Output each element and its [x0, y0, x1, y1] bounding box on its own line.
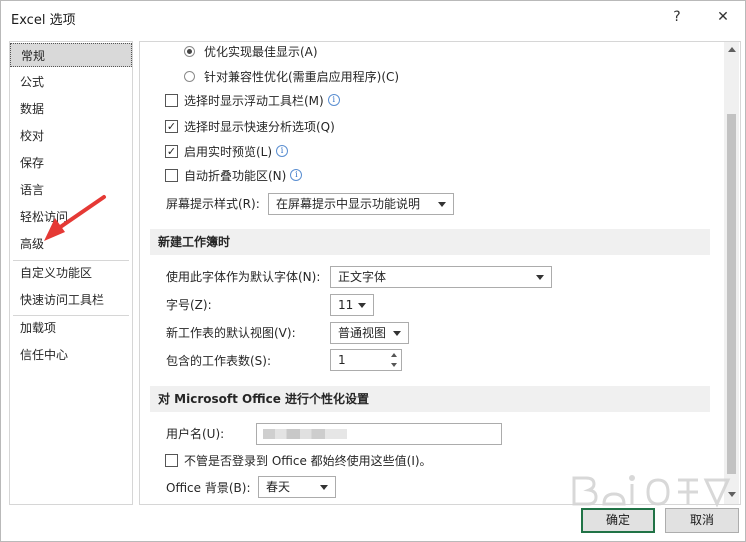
checkbox-mini-toolbar[interactable] [165, 94, 178, 107]
section-header-personalize: 对 Microsoft Office 进行个性化设置 [150, 386, 710, 412]
sidebar-item-add-ins[interactable]: 加载项 [10, 316, 132, 340]
checkbox-quick-analysis[interactable]: ✓ [165, 120, 178, 133]
screentip-style-value: 在屏幕提示中显示功能说明 [276, 197, 421, 211]
sheet-count-value: 1 [338, 353, 346, 367]
checkbox-always-use-label: 不管是否登录到 Office 都始终使用这些值(I)。 [184, 454, 432, 468]
scroll-up-icon[interactable] [728, 47, 736, 52]
sidebar-item-quick-access-toolbar[interactable]: 快速访问工具栏 [10, 288, 132, 312]
office-background-dropdown[interactable]: 春天 [258, 476, 336, 498]
radio-optimize-display-label: 优化实现最佳显示(A) [204, 45, 318, 59]
checkbox-collapse-ribbon-label: 自动折叠功能区(N) i [184, 166, 303, 186]
sidebar-item-advanced[interactable]: 高级 [10, 232, 132, 256]
category-sidebar: 常规 公式 数据 校对 保存 语言 轻松访问 高级 自定义功能区 快速访问工具栏… [9, 41, 133, 505]
radio-optimize-compat[interactable] [184, 71, 195, 82]
info-icon[interactable]: i [327, 94, 340, 106]
sidebar-item-trust-center[interactable]: 信任中心 [10, 343, 132, 367]
chevron-down-icon [438, 202, 446, 207]
info-icon[interactable]: i [290, 169, 303, 181]
sidebar-item-general[interactable]: 常规 [10, 43, 132, 67]
checkbox-collapse-ribbon[interactable] [165, 169, 178, 182]
default-view-value: 普通视图 [338, 326, 387, 340]
office-background-label: Office 背景(B): [166, 481, 251, 495]
screentip-style-dropdown[interactable]: 在屏幕提示中显示功能说明 [268, 193, 454, 215]
vertical-scrollbar[interactable] [724, 42, 739, 504]
stepper-down-icon[interactable] [391, 363, 397, 367]
cancel-button[interactable]: 取消 [665, 508, 739, 533]
chevron-down-icon [536, 275, 544, 280]
checkbox-live-preview[interactable]: ✓ [165, 145, 178, 158]
radio-optimize-compat-label: 针对兼容性优化(需重启应用程序)(C) [204, 70, 400, 84]
sidebar-item-proofing[interactable]: 校对 [10, 124, 132, 148]
sidebar-item-save[interactable]: 保存 [10, 151, 132, 175]
sheet-count-label: 包含的工作表数(S): [166, 354, 272, 368]
window-title: Excel 选项 [11, 13, 76, 28]
office-background-value: 春天 [266, 480, 291, 494]
stepper-up-icon[interactable] [391, 353, 397, 357]
scrollbar-thumb[interactable] [727, 114, 736, 474]
checkbox-mini-toolbar-label: 选择时显示浮动工具栏(M) i [184, 91, 340, 111]
chevron-down-icon [320, 485, 328, 490]
default-font-dropdown[interactable]: 正文字体 [330, 266, 552, 288]
sidebar-item-data[interactable]: 数据 [10, 97, 132, 121]
sidebar-item-formulas[interactable]: 公式 [10, 70, 132, 94]
close-icon: ✕ [717, 9, 729, 25]
excel-options-dialog: Excel 选项 ? ✕ 常规 公式 数据 校对 保存 语言 轻松访问 高级 自… [0, 0, 746, 542]
title-bar: Excel 选项 ? ✕ [1, 1, 745, 35]
section-header-new-workbook: 新建工作簿时 [150, 229, 710, 255]
close-button[interactable]: ✕ [703, 3, 743, 31]
screentip-label: 屏幕提示样式(R): [166, 197, 260, 211]
checkbox-quick-analysis-label: 选择时显示快速分析选项(Q) [184, 120, 335, 134]
sidebar-item-accessibility[interactable]: 轻松访问 [10, 205, 132, 229]
font-size-dropdown[interactable]: 11 [330, 294, 374, 316]
default-font-value: 正文字体 [338, 270, 387, 284]
checkbox-always-use[interactable] [165, 454, 178, 467]
default-view-label: 新工作表的默认视图(V): [166, 326, 296, 340]
sheet-count-stepper[interactable]: 1 [330, 349, 402, 371]
font-size-value: 11 [338, 298, 354, 312]
default-font-label: 使用此字体作为默认字体(N): [166, 270, 321, 284]
options-content-panel: 优化实现最佳显示(A) 针对兼容性优化(需重启应用程序)(C) 选择时显示浮动工… [139, 41, 741, 505]
chevron-down-icon [358, 303, 366, 308]
radio-optimize-display[interactable] [184, 46, 195, 57]
checkbox-live-preview-label: 启用实时预览(L) i [184, 142, 289, 162]
sidebar-item-language[interactable]: 语言 [10, 178, 132, 202]
scroll-down-icon[interactable] [728, 492, 736, 497]
ok-button[interactable]: 确定 [581, 508, 655, 533]
font-size-label: 字号(Z): [166, 298, 212, 312]
sidebar-item-customize-ribbon[interactable]: 自定义功能区 [10, 261, 132, 285]
username-input[interactable] [256, 423, 502, 445]
redacted-username [263, 429, 347, 439]
info-icon[interactable]: i [276, 145, 289, 157]
default-view-dropdown[interactable]: 普通视图 [330, 322, 409, 344]
help-button[interactable]: ? [657, 3, 697, 31]
username-label: 用户名(U): [166, 427, 225, 441]
chevron-down-icon [393, 331, 401, 336]
